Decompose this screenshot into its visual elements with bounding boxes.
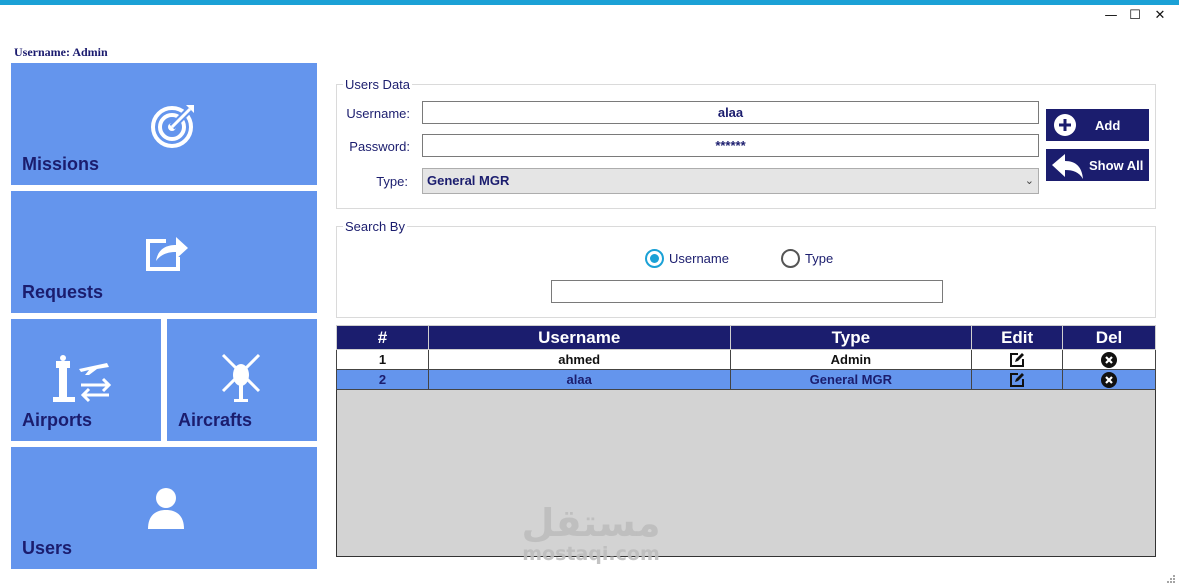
nav-tile-label: Users: [22, 538, 73, 558]
delete-icon[interactable]: [1101, 371, 1118, 388]
add-button-label: Add: [1095, 118, 1121, 133]
close-button[interactable]: ✕: [1152, 8, 1168, 24]
cell-number[interactable]: 2: [336, 369, 429, 390]
password-input[interactable]: ******: [422, 134, 1039, 157]
users-table: # Username Type Edit Del 1 ahmed Admin 2…: [336, 325, 1156, 390]
delete-cell[interactable]: [1062, 349, 1156, 370]
column-header-type[interactable]: Type: [729, 325, 973, 350]
title-accent-bar: [0, 0, 1179, 5]
resize-grip-icon[interactable]: [1166, 574, 1176, 584]
nav-tile-users[interactable]: Users: [11, 447, 317, 569]
watermark: مستقل mostaqi.com: [516, 503, 666, 565]
share-icon: [146, 237, 188, 271]
column-header-edit[interactable]: Edit: [971, 325, 1064, 350]
logged-in-user-label: Username: Admin: [14, 45, 108, 59]
chevron-down-icon: ⌄: [1024, 175, 1034, 187]
airport-icon: [53, 355, 112, 403]
add-button[interactable]: Add: [1046, 109, 1149, 141]
password-label: Password:: [349, 139, 410, 154]
cell-type[interactable]: Admin: [729, 349, 973, 370]
cell-username[interactable]: alaa: [427, 369, 731, 390]
reply-arrow-icon: [1052, 154, 1083, 179]
type-select[interactable]: General MGR ⌄: [422, 168, 1039, 194]
type-label: Type:: [376, 174, 408, 189]
show-all-button[interactable]: Show All: [1046, 149, 1149, 181]
cell-number[interactable]: 1: [336, 349, 429, 370]
type-select-value: General MGR: [427, 173, 510, 188]
username-label: Username:: [346, 106, 410, 121]
search-radio-type[interactable]: [781, 249, 800, 268]
show-all-button-label: Show All: [1089, 158, 1144, 173]
add-circle-icon: [1054, 114, 1076, 136]
nav-tile-airports[interactable]: Airports: [11, 319, 161, 441]
watermark-arabic: مستقل: [521, 501, 661, 545]
user-icon: [148, 488, 184, 529]
nav-tile-label: Airports: [22, 410, 93, 430]
helicopter-icon: [221, 353, 261, 402]
nav-tile-aircrafts[interactable]: Aircrafts: [167, 319, 317, 441]
column-header-del[interactable]: Del: [1062, 325, 1156, 350]
column-header-username[interactable]: Username: [427, 325, 731, 350]
table-row[interactable]: 2 alaa General MGR: [336, 369, 1156, 390]
watermark-latin: mostaqi.com: [522, 543, 660, 565]
delete-icon[interactable]: [1101, 351, 1118, 368]
nav-tile-label: Requests: [22, 282, 104, 302]
column-header-number[interactable]: #: [336, 325, 429, 350]
search-group: Search By: [336, 219, 1156, 318]
username-input[interactable]: alaa: [422, 101, 1039, 124]
cell-type[interactable]: General MGR: [729, 369, 973, 390]
search-radio-username-label: Username: [669, 251, 729, 266]
edit-icon[interactable]: [1009, 352, 1025, 368]
target-icon: [151, 105, 194, 148]
edit-icon[interactable]: [1009, 372, 1025, 388]
table-row[interactable]: 1 ahmed Admin: [336, 349, 1156, 370]
delete-cell[interactable]: [1062, 369, 1156, 390]
edit-cell[interactable]: [971, 349, 1064, 370]
search-input[interactable]: [551, 280, 943, 303]
edit-cell[interactable]: [971, 369, 1064, 390]
cell-username[interactable]: ahmed: [427, 349, 731, 370]
nav-tile-label: Missions: [22, 154, 100, 174]
search-radio-type-label: Type: [805, 251, 834, 266]
nav-tile-label: Aircrafts: [178, 410, 253, 430]
minimize-button[interactable]: —: [1103, 8, 1119, 24]
nav-tile-missions[interactable]: Missions: [11, 63, 317, 185]
group-title: Users Data: [343, 77, 413, 92]
maximize-button[interactable]: ☐: [1127, 8, 1143, 24]
users-grid[interactable]: # Username Type Edit Del 1 ahmed Admin 2…: [336, 325, 1156, 557]
group-title: Search By: [343, 219, 407, 234]
nav-tile-requests[interactable]: Requests: [11, 191, 317, 313]
search-radio-username[interactable]: [645, 249, 664, 268]
